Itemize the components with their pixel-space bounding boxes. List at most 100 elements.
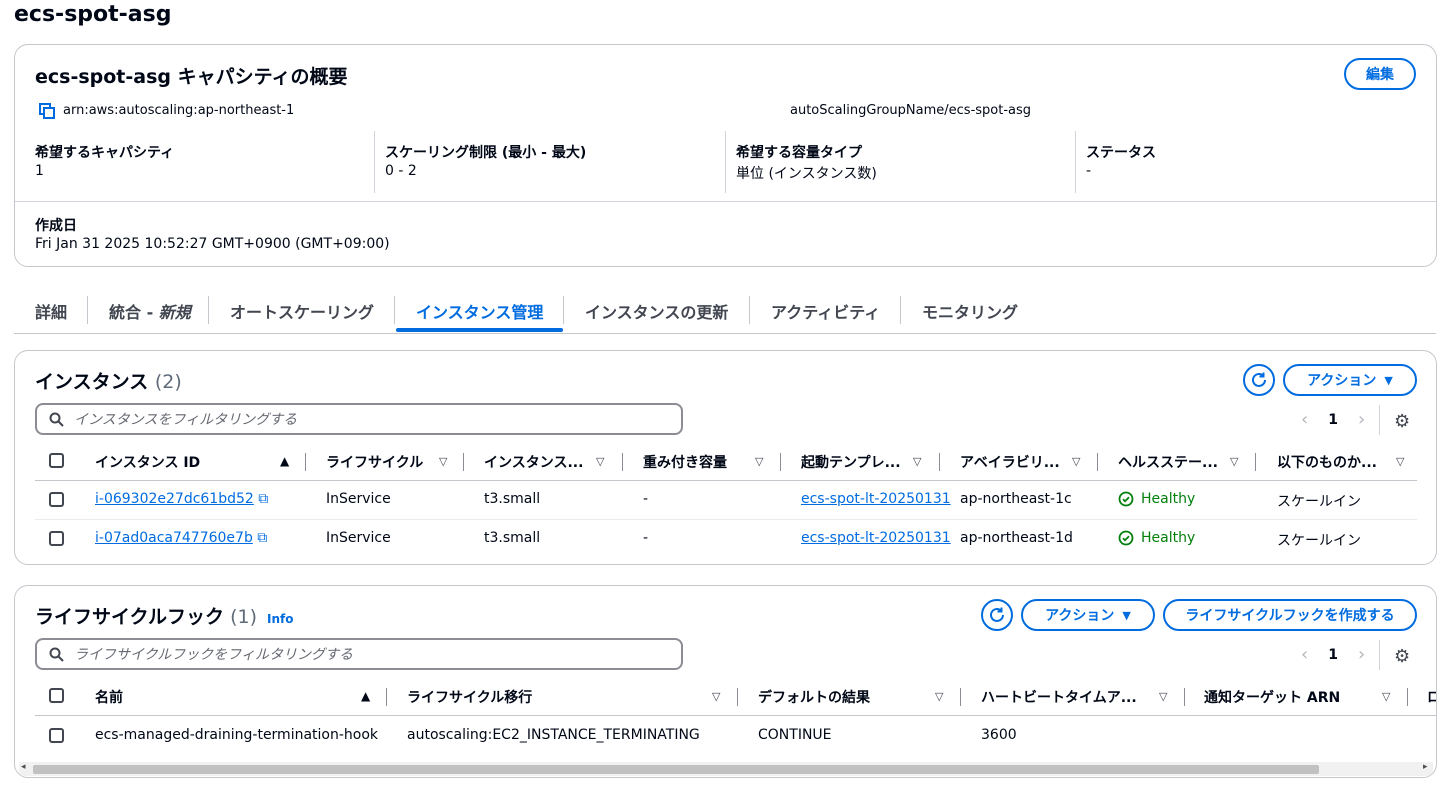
page-title: ecs-spot-asg <box>14 2 172 27</box>
scrollbar-thumb[interactable] <box>33 765 1319 774</box>
scroll-right-arrow-icon[interactable]: ▸ <box>1423 762 1428 772</box>
edit-button[interactable]: 編集 <box>1344 58 1416 90</box>
sort-icon[interactable]: ▽ <box>935 690 943 703</box>
default-result-cell: CONTINUE <box>758 727 832 743</box>
instances-pagination: ‹ 1 › <box>1301 409 1365 430</box>
select-all-checkbox[interactable] <box>49 453 64 468</box>
refresh-hooks-button[interactable] <box>981 599 1013 631</box>
sort-icon[interactable]: ▽ <box>913 455 921 468</box>
settings-gear-icon[interactable]: ⚙ <box>1394 646 1410 667</box>
sort-icon[interactable]: ▽ <box>596 455 604 468</box>
instance-id-link[interactable]: i-069302e27dc61bd52 ⧉ <box>95 491 268 507</box>
capacity-summary-card: ecs-spot-asg キャパシティの概要 編集 arn:aws:autosc… <box>14 44 1437 267</box>
launch-template-link[interactable]: ecs-spot-lt-20250131 <box>801 530 951 546</box>
sort-icon[interactable]: ▽ <box>1396 455 1404 468</box>
sort-icon[interactable]: ▽ <box>439 455 447 468</box>
external-link-icon[interactable]: ⧉ <box>258 491 268 507</box>
capacity-type-value: 単位 (インスタンス数) <box>736 166 877 182</box>
hooks-actions-button[interactable]: アクション ▼ <box>1021 599 1155 631</box>
row-checkbox[interactable] <box>49 531 64 546</box>
status-value: - <box>1086 163 1092 179</box>
tab-integrations-label: 統合 - <box>109 303 159 322</box>
col-instance-type[interactable]: インスタンス... <box>484 452 583 472</box>
refresh-instances-button[interactable] <box>1243 364 1275 396</box>
tab-integrations[interactable]: 統合 - 新規 <box>109 290 191 332</box>
hooks-title-text: ライフサイクルフック <box>35 606 225 628</box>
tab-auto-scaling[interactable]: オートスケーリング <box>230 290 374 332</box>
health-status-text: Healthy <box>1141 491 1196 507</box>
copy-arn-icon[interactable] <box>39 103 55 119</box>
horizontal-scrollbar[interactable]: ◂ ▸ <box>19 762 1433 776</box>
sort-ascending-icon[interactable]: ▲ <box>361 689 370 703</box>
col-launch-template[interactable]: 起動テンプレ... <box>801 452 901 472</box>
health-status-text: Healthy <box>1141 530 1196 546</box>
scaling-limits-value: 0 - 2 <box>385 163 417 179</box>
instances-card: インスタンス (2) アクション ▼ インスタンスをフィルタリングする ‹ 1 … <box>14 350 1437 565</box>
capacity-type-label: 希望する容量タイプ <box>736 145 862 161</box>
col-availability-zone[interactable]: アベイラビリ... <box>960 452 1060 472</box>
arn-text-right: autoScalingGroupName/ecs-spot-asg <box>790 103 1032 118</box>
hooks-filter-placeholder: ライフサイクルフックをフィルタリングする <box>74 647 354 663</box>
tab-monitoring[interactable]: モニタリング <box>922 290 1018 332</box>
sort-icon[interactable]: ▽ <box>712 690 720 703</box>
scroll-left-arrow-icon[interactable]: ◂ <box>21 762 26 772</box>
tab-activity[interactable]: アクティビティ <box>771 290 880 332</box>
instance-type-cell: t3.small <box>484 491 541 507</box>
health-status-cell: Healthy <box>1118 491 1195 507</box>
instances-actions-button[interactable]: アクション ▼ <box>1283 364 1417 396</box>
col-protected-from[interactable]: 以下のものか... <box>1277 452 1377 472</box>
settings-gear-icon[interactable]: ⚙ <box>1394 411 1410 432</box>
col-default-result[interactable]: デフォルトの結果 <box>758 687 870 707</box>
external-link-icon[interactable]: ⧉ <box>257 530 267 546</box>
row-checkbox[interactable] <box>49 492 64 507</box>
instances-filter-input[interactable]: インスタンスをフィルタリングする <box>35 403 683 435</box>
sort-icon[interactable]: ▽ <box>755 455 763 468</box>
hooks-actions-label: アクション <box>1045 608 1115 624</box>
create-lifecycle-hook-button[interactable]: ライフサイクルフックを作成する <box>1163 599 1417 631</box>
select-all-checkbox[interactable] <box>49 688 64 703</box>
col-notification-target-arn[interactable]: 通知ターゲット ARN <box>1204 687 1340 707</box>
scaling-limits-label: スケーリング制限 (最小 - 最大) <box>385 145 587 161</box>
edit-label: 編集 <box>1366 67 1394 83</box>
tab-details[interactable]: 詳細 <box>35 290 67 332</box>
protected-from-cell: スケールイン <box>1277 494 1361 510</box>
sort-icon[interactable]: ▽ <box>1072 455 1080 468</box>
hooks-count: (1) <box>230 606 257 628</box>
refresh-icon <box>990 607 1004 622</box>
instance-id-text[interactable]: i-069302e27dc61bd52 <box>95 491 254 507</box>
col-instance-id[interactable]: インスタンス ID <box>95 452 200 472</box>
instances-title-text: インスタンス <box>35 371 149 393</box>
instances-title: インスタンス (2) <box>35 367 182 394</box>
col-role-arn[interactable]: ロ <box>1427 687 1436 707</box>
col-name[interactable]: 名前 <box>95 687 123 707</box>
next-page-icon[interactable]: › <box>1358 409 1365 430</box>
sort-ascending-icon[interactable]: ▲ <box>280 454 289 468</box>
heartbeat-timeout-cell: 3600 <box>981 727 1017 743</box>
col-heartbeat-timeout[interactable]: ハートビートタイムア... <box>981 687 1137 707</box>
hook-name-cell: ecs-managed-draining-termination-hook <box>95 727 379 743</box>
col-health-status[interactable]: ヘルスステー... <box>1118 452 1218 472</box>
sort-icon[interactable]: ▽ <box>1382 690 1390 703</box>
col-lifecycle[interactable]: ライフサイクル <box>326 452 423 472</box>
next-page-icon[interactable]: › <box>1358 644 1365 665</box>
prev-page-icon[interactable]: ‹ <box>1301 409 1308 430</box>
instance-id-text[interactable]: i-07ad0aca747760e7b <box>95 530 253 546</box>
tab-instance-management[interactable]: インスタンス管理 <box>416 290 543 332</box>
protected-from-cell: スケールイン <box>1277 533 1361 549</box>
sort-icon[interactable]: ▽ <box>1230 455 1238 468</box>
current-page[interactable]: 1 <box>1328 647 1338 663</box>
prev-page-icon[interactable]: ‹ <box>1301 644 1308 665</box>
launch-template-link[interactable]: ecs-spot-lt-20250131 <box>801 491 951 507</box>
instance-id-link[interactable]: i-07ad0aca747760e7b ⧉ <box>95 530 267 546</box>
col-lifecycle-transition[interactable]: ライフサイクル移行 <box>407 687 532 707</box>
caret-down-icon: ▼ <box>1122 608 1131 622</box>
hooks-filter-input[interactable]: ライフサイクルフックをフィルタリングする <box>35 638 683 670</box>
current-page[interactable]: 1 <box>1328 412 1338 428</box>
tab-instance-refresh[interactable]: インスタンスの更新 <box>585 290 728 332</box>
info-link[interactable]: Info <box>267 612 293 626</box>
col-weighted-capacity[interactable]: 重み付き容量 <box>643 452 727 472</box>
row-checkbox[interactable] <box>49 728 64 743</box>
instance-type-cell: t3.small <box>484 530 541 546</box>
sort-icon[interactable]: ▽ <box>1159 690 1167 703</box>
instances-actions-label: アクション <box>1307 373 1377 389</box>
